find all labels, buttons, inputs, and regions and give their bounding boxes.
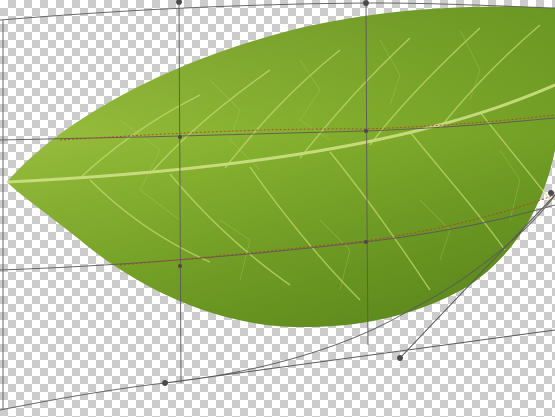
warp-anchor-inner-2[interactable]	[364, 240, 368, 244]
warp-grid-line-top[interactable]	[0, 2, 555, 21]
warp-anchor-bottom-left[interactable]	[162, 380, 168, 386]
warp-grid-line-1[interactable]	[0, 117, 555, 141]
warp-handle-line-2	[164, 329, 555, 384]
warp-anchor-inner-1[interactable]	[364, 129, 368, 133]
warp-guide-lower	[119, 194, 555, 266]
warp-grid-line-v2[interactable]	[365, 1, 369, 346]
warp-anchor-top-right[interactable]	[363, 0, 369, 6]
document-canvas[interactable]	[0, 0, 555, 417]
warp-handle-bottom[interactable]	[397, 355, 403, 361]
warp-anchor-right-mid[interactable]	[548, 190, 554, 196]
warp-transform-overlay[interactable]	[0, 0, 555, 417]
warp-guide-upper	[59, 114, 555, 141]
warp-grid-line-bottom[interactable]	[0, 194, 555, 411]
warp-grid-line-v1[interactable]	[178, 1, 182, 384]
warp-anchor-top-mid[interactable]	[176, 0, 182, 5]
warp-grid-line-2[interactable]	[0, 204, 555, 271]
warp-anchor-inner-4[interactable]	[178, 264, 182, 268]
warp-anchor-inner-3[interactable]	[178, 135, 182, 139]
